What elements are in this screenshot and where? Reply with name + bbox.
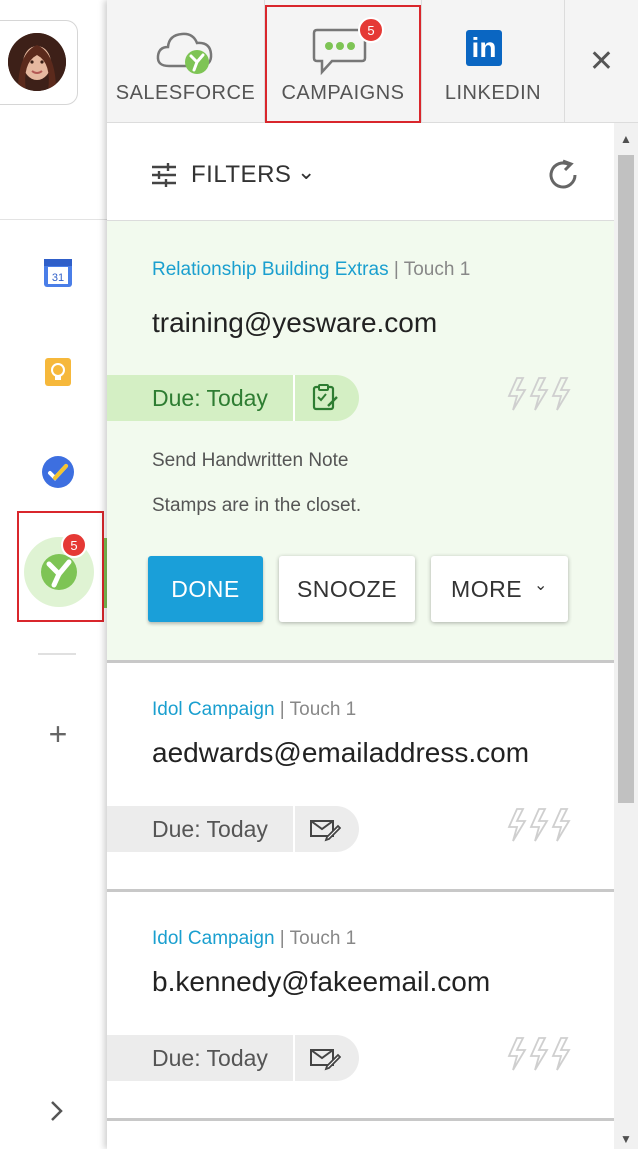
salesforce-cloud-icon (156, 32, 213, 74)
campaign-line: Relationship Building Extras | Touch 1 (152, 259, 470, 281)
email-edit-icon (310, 1049, 341, 1071)
due-pill: Due: Today (107, 375, 359, 421)
more-button[interactable]: MORE ⌄ (431, 556, 568, 622)
yesware-badge: 5 (61, 532, 87, 558)
yesware-panel: SALESFORCE 5 CAMPAIGNS in LINKEDIN ✕ FIL… (107, 0, 638, 1149)
linkedin-icon: in (466, 30, 502, 66)
due-pill: Due: Today (107, 1035, 359, 1081)
avatar (8, 33, 66, 91)
scroll-down-arrow-icon[interactable]: ▼ (618, 1132, 634, 1146)
refresh-icon[interactable] (543, 155, 583, 195)
tab-label: LINKEDIN (444, 82, 542, 104)
yesware-icon (41, 554, 77, 590)
side-rail: 31 5 + (0, 0, 108, 1149)
contact-email[interactable]: training@yesware.com (152, 307, 437, 339)
scrollbar-thumb[interactable] (618, 155, 634, 803)
filter-sliders-icon[interactable] (151, 163, 177, 187)
touch-label: | Touch 1 (274, 928, 357, 949)
chevron-down-icon[interactable]: ⌄ (297, 159, 315, 185)
filters-button[interactable]: FILTERS (191, 161, 291, 189)
campaign-line: Idol Campaign | Touch 1 (152, 699, 356, 721)
snooze-button[interactable]: SNOOZE (279, 556, 415, 622)
tab-salesforce[interactable]: SALESFORCE (107, 0, 264, 123)
touch-title: Send Handwritten Note (152, 450, 349, 471)
filter-bar: FILTERS ⌄ (107, 123, 614, 221)
task-clipboard-icon (312, 384, 338, 411)
priority-bolts-icon (507, 1037, 571, 1071)
touch-card[interactable]: Idol Campaign | Touch 1 b.kennedy@fakeem… (107, 892, 614, 1121)
tab-linkedin[interactable]: in LINKEDIN (422, 0, 564, 123)
due-date: Due: Today (152, 816, 268, 842)
more-label: MORE (451, 575, 523, 602)
active-tab-highlight (265, 5, 421, 123)
campaign-link[interactable]: Relationship Building Extras (152, 259, 389, 280)
close-icon: ✕ (588, 45, 615, 78)
tab-bar: SALESFORCE 5 CAMPAIGNS in LINKEDIN ✕ (107, 0, 638, 123)
touch-label: | Touch 1 (274, 699, 357, 720)
due-date: Due: Today (152, 1045, 268, 1071)
chevron-right-icon[interactable] (44, 1096, 70, 1126)
contact-email[interactable]: aedwards@emailaddress.com (152, 737, 529, 769)
rail-divider (38, 653, 76, 655)
tab-label: SALESFORCE (115, 82, 256, 104)
priority-bolts-icon (507, 377, 571, 411)
campaign-link[interactable]: Idol Campaign (152, 699, 275, 720)
touch-card[interactable]: Idol Campaign | Touch 1 aedwards@emailad… (107, 663, 614, 892)
campaign-line: Idol Campaign | Touch 1 (152, 928, 356, 950)
rail-header (0, 0, 108, 220)
tasks-icon[interactable] (38, 452, 78, 492)
touch-note: Stamps are in the closet. (152, 495, 362, 516)
chevron-down-icon: ⌄ (534, 577, 548, 594)
calendar-day: 31 (52, 272, 64, 284)
campaign-link[interactable]: Idol Campaign (152, 928, 275, 949)
plus-icon[interactable]: + (40, 716, 76, 752)
touch-card[interactable]: Relationship Building Extras | Touch 1 t… (107, 221, 614, 663)
touch-label: | Touch 1 (388, 259, 471, 280)
priority-bolts-icon (507, 808, 571, 842)
avatar-button[interactable] (0, 20, 78, 105)
done-button[interactable]: DONE (148, 556, 263, 622)
google-calendar-icon[interactable]: 31 (38, 252, 78, 292)
keep-icon[interactable] (38, 352, 78, 392)
email-edit-icon (310, 820, 341, 842)
scroll-up-arrow-icon[interactable]: ▲ (618, 132, 634, 146)
close-button[interactable]: ✕ (565, 0, 638, 123)
due-pill: Due: Today (107, 806, 359, 852)
due-date: Due: Today (152, 385, 268, 411)
contact-email[interactable]: b.kennedy@fakeemail.com (152, 966, 490, 998)
